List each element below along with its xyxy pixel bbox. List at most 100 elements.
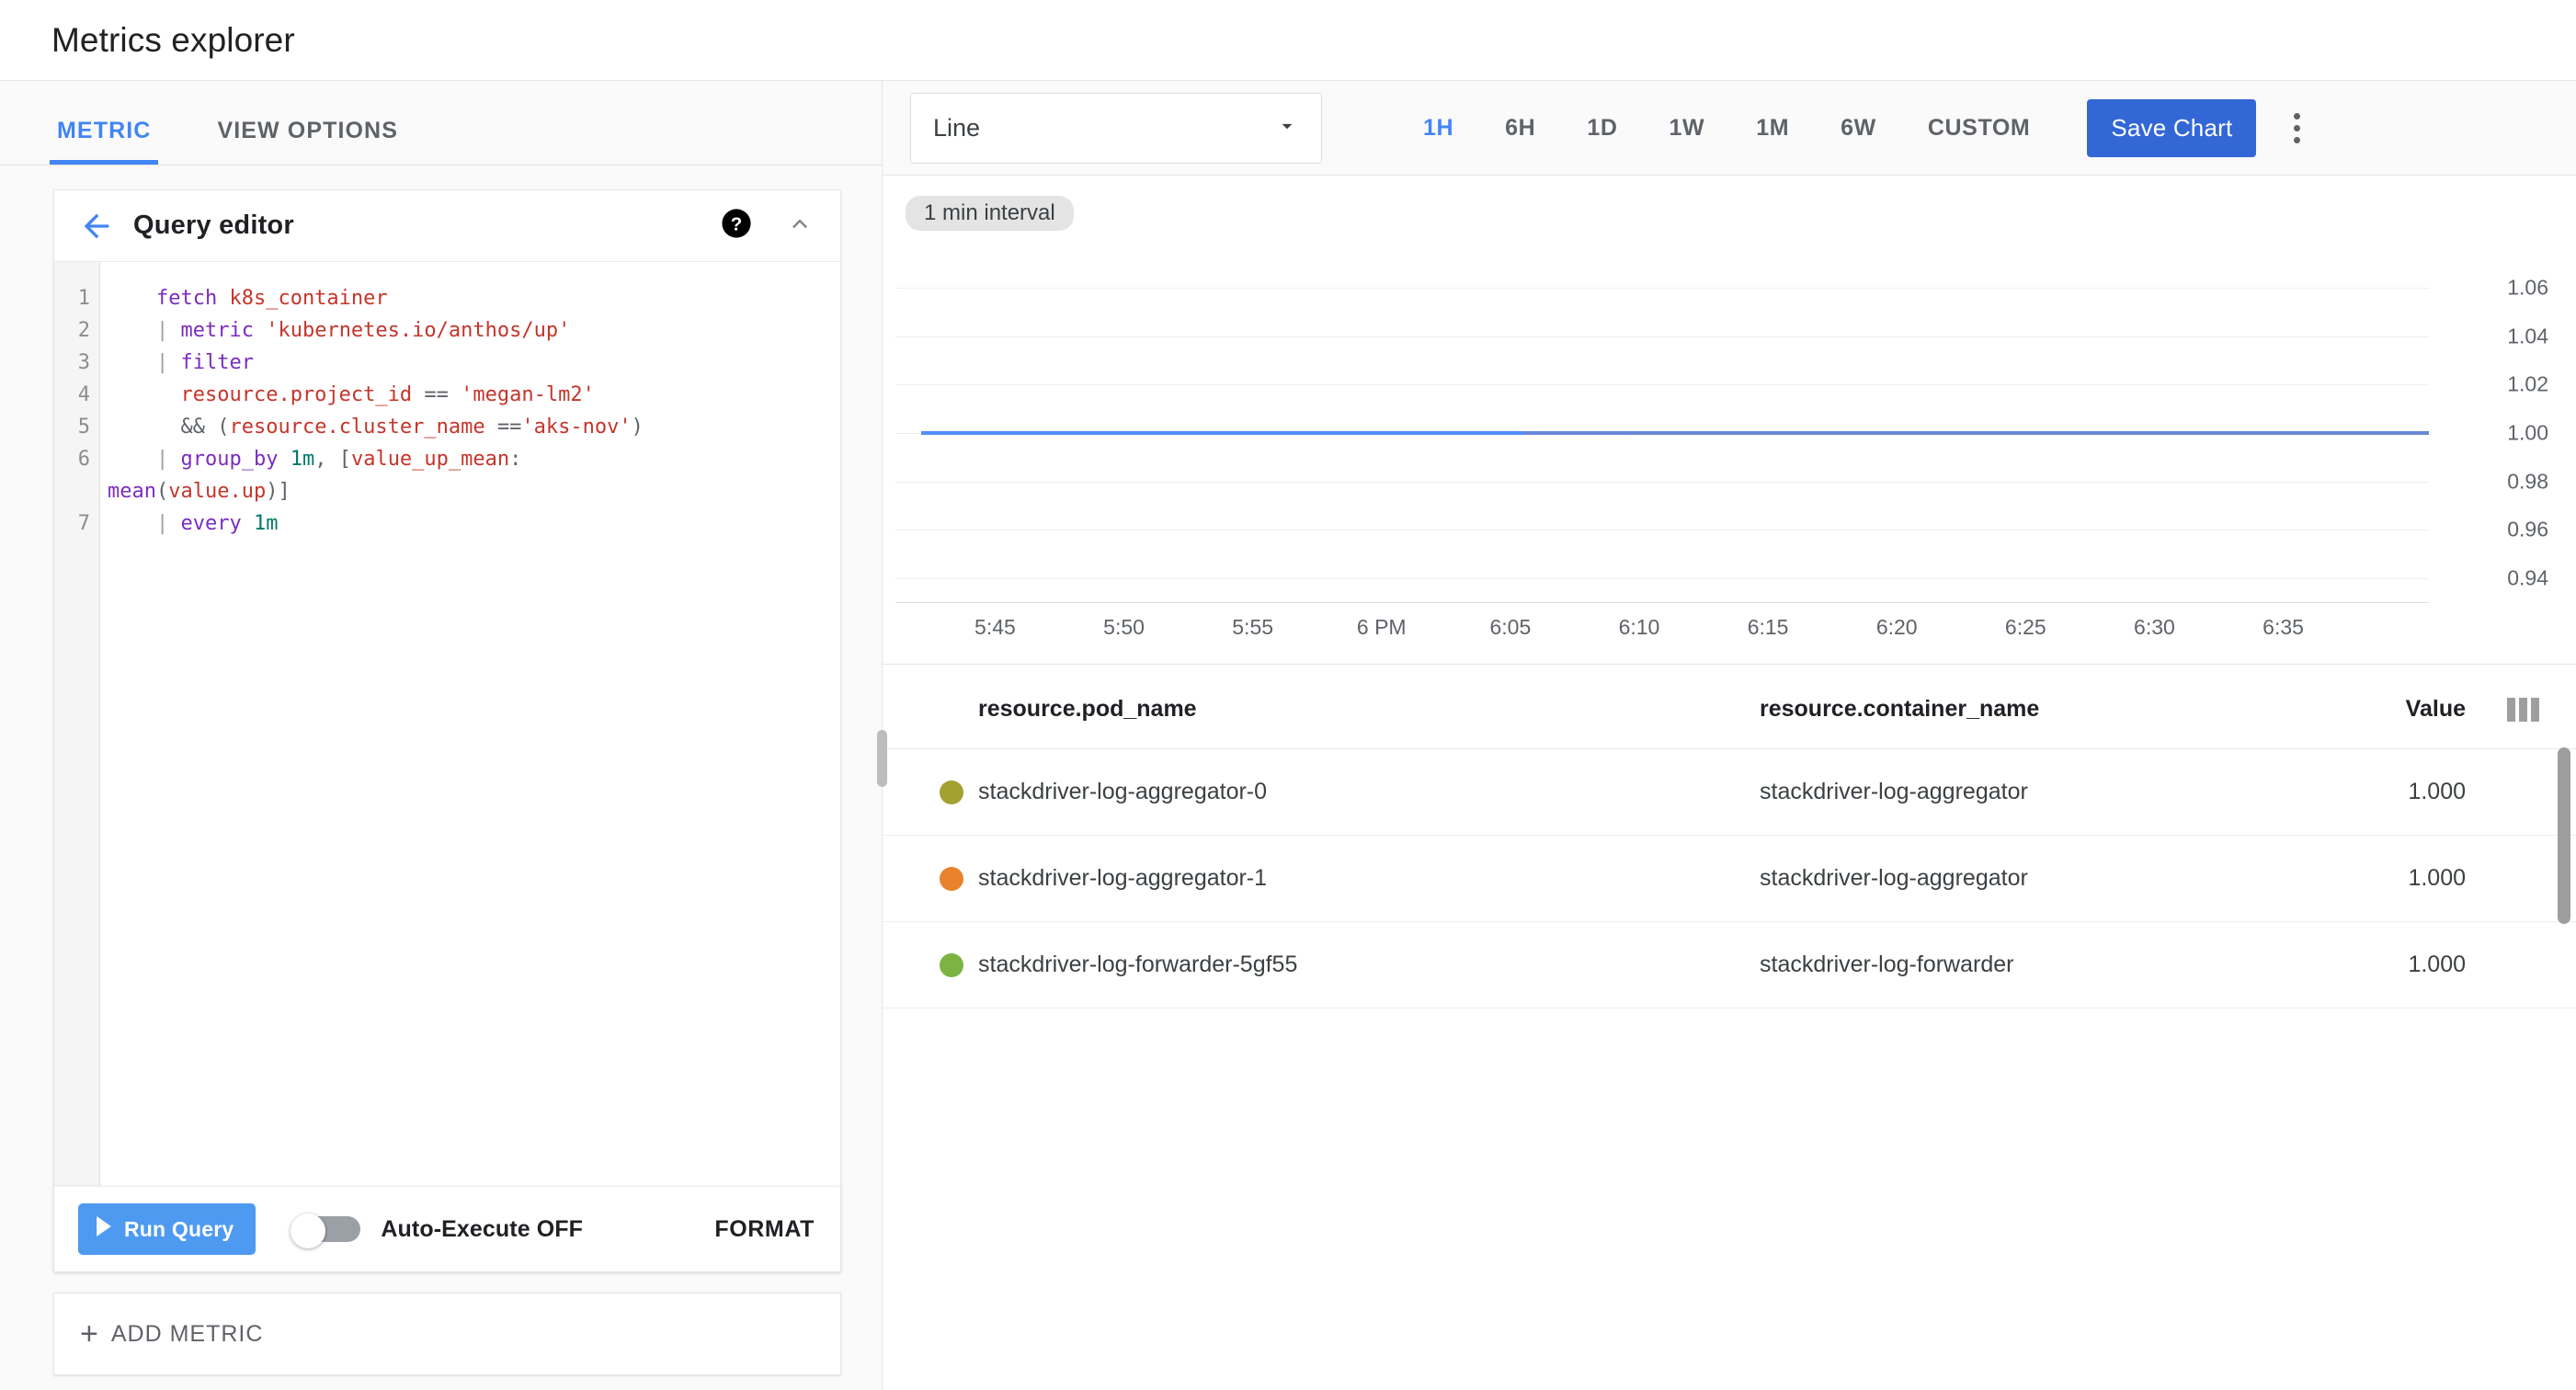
chart-gridline (895, 384, 2429, 386)
range-button-6h[interactable]: 6H (1479, 102, 1561, 154)
right-chart-panel: Line 1H 6H 1D 1W 1M 6W CUSTOM Save Chart… (883, 81, 2576, 1390)
run-query-label: Run Query (124, 1216, 234, 1241)
chart-x-tick-label: 6:30 (2134, 615, 2175, 639)
code-content[interactable]: fetch k8s_container | metric 'kubernetes… (100, 262, 840, 1186)
range-button-1w[interactable]: 1W (1644, 102, 1731, 154)
interval-chip: 1 min interval (906, 196, 1074, 231)
cell-container-name: stackdriver-log-aggregator (1760, 835, 2254, 922)
chart-gridline (895, 336, 2429, 337)
back-arrow-icon[interactable] (78, 208, 115, 245)
line-number: 2 (77, 319, 90, 342)
code-line-numbers: 1 2 3 4 5 6 7 (54, 262, 100, 1186)
range-button-custom[interactable]: CUSTOM (1902, 102, 2056, 154)
help-circle-icon[interactable]: ? (721, 208, 752, 244)
line-number: 6 (77, 448, 90, 471)
chart-x-tick-label: 6:25 (2004, 615, 2046, 639)
cell-value: 1.000 (2254, 835, 2466, 922)
query-editor-header: Query editor ? (54, 190, 840, 262)
add-metric-label: ADD METRIC (110, 1320, 264, 1347)
query-code-editor[interactable]: 1 2 3 4 5 6 7 fetch k8s_container | metr… (54, 262, 840, 1186)
table-body: stackdriver-log-aggregator-0 stackdriver-… (883, 748, 2576, 1008)
chart-x-tick-labels: 5:45 5:50 5:55 6 PM 6:05 6:10 6:15 6:20 6:25 6:30… (895, 615, 2429, 652)
auto-execute-toggle[interactable] (291, 1213, 361, 1248)
range-button-1d[interactable]: 1D (1561, 102, 1643, 154)
code-line-5: && (resource.cluster_name =='aks-nov') (180, 416, 644, 439)
table-row[interactable]: stackdriver-log-forwarder-5gf55 stackdriv… (883, 921, 2576, 1008)
table-header-color (883, 665, 978, 749)
table-row[interactable]: stackdriver-log-aggregator-0 stackdriver-… (883, 748, 2576, 836)
code-line-6: | group_by 1m, [value_up_mean: mean(valu… (108, 448, 522, 503)
cell-pod-name: stackdriver-log-aggregator-0 (978, 748, 1760, 836)
series-color-dot (940, 952, 963, 977)
chart-x-tick-label: 6:15 (1747, 615, 1789, 639)
cell-container-name: stackdriver-log-forwarder (1760, 921, 2254, 1008)
format-button[interactable]: FORMAT (714, 1216, 815, 1243)
query-run-bar: Run Query Auto-Execute OFF FORMAT (53, 1186, 841, 1272)
toggle-knob (291, 1213, 326, 1248)
row-color-swatch (883, 835, 978, 922)
line-number: 1 (77, 287, 90, 310)
code-line-4: resource.project_id == 'megan-lm2' (180, 383, 595, 406)
chart-gridline (895, 481, 2429, 483)
tab-bar: METRIC VIEW OPTIONS (0, 81, 882, 165)
code-line-1: fetch k8s_container (155, 287, 388, 310)
code-line-2: | metric 'kubernetes.io/anthos/up' (155, 319, 571, 342)
chart-y-tick-label: 0.94 (2507, 565, 2548, 590)
chart-x-tick-label: 6:35 (2263, 615, 2304, 639)
more-vert-icon[interactable] (2276, 102, 2317, 154)
chart-toolbar: Line 1H 6H 1D 1W 1M 6W CUSTOM Save Chart (883, 81, 2576, 176)
cell-spacer (2466, 921, 2576, 1008)
range-button-1h[interactable]: 1H (1397, 102, 1479, 154)
table-header-container-name[interactable]: resource.container_name (1760, 665, 2254, 749)
add-metric-button[interactable]: + ADD METRIC (53, 1293, 841, 1375)
panel-resize-handle[interactable] (877, 730, 887, 787)
legend-table-container: resource.pod_name resource.container_nam… (883, 665, 2576, 1390)
row-color-swatch (883, 921, 978, 1008)
save-chart-button[interactable]: Save Chart (2087, 98, 2257, 157)
code-line-3: | filter (155, 351, 254, 374)
chart-x-tick-label: 6:10 (1618, 615, 1660, 639)
range-button-1m[interactable]: 1M (1730, 102, 1815, 154)
page-title: Metrics explorer (51, 20, 295, 59)
columns-icon[interactable] (2507, 698, 2539, 723)
plus-icon: + (80, 1316, 98, 1351)
query-editor-card: Query editor ? 1 2 3 4 5 6 7 fetch k8s_c… (53, 189, 841, 1186)
table-header-pod-name[interactable]: resource.pod_name (978, 665, 1760, 749)
chart-section: 1 min interval 1.06 1.04 1.02 1.00 0.98 0.96 0… (883, 176, 2576, 665)
table-row[interactable]: stackdriver-log-aggregator-1 stackdriver-… (883, 835, 2576, 922)
chart-gridline (895, 577, 2429, 579)
line-number: 7 (77, 512, 90, 535)
chart-type-value: Line (933, 113, 981, 142)
tab-metric[interactable]: METRIC (49, 118, 159, 165)
chart-plot-area[interactable]: 1.06 1.04 1.02 1.00 0.98 0.96 0.94 (895, 264, 2548, 602)
cell-value: 1.000 (2254, 921, 2466, 1008)
chart-x-tick-label: 6:20 (1875, 615, 1918, 639)
tab-view-options[interactable]: VIEW OPTIONS (217, 118, 398, 165)
auto-execute-label: Auto-Execute OFF (381, 1215, 584, 1242)
chart-series-line[interactable] (921, 431, 2429, 435)
series-color-dot (940, 780, 963, 804)
chart-gridline (895, 288, 2429, 290)
row-color-swatch (883, 748, 978, 836)
table-header-row: resource.pod_name resource.container_nam… (883, 665, 2576, 749)
run-query-button[interactable]: Run Query (78, 1203, 256, 1255)
app-header: Metrics explorer (0, 0, 2576, 81)
svg-text:?: ? (731, 213, 743, 234)
cell-container-name: stackdriver-log-aggregator (1760, 748, 2254, 836)
chart-type-select[interactable]: Line (910, 92, 1322, 164)
chart-x-tick-label: 5:50 (1103, 615, 1145, 639)
line-number: 3 (77, 351, 90, 374)
cell-value: 1.000 (2254, 748, 2466, 836)
table-header-column-picker (2466, 665, 2576, 749)
chevron-up-icon[interactable] (785, 209, 815, 243)
left-config-panel: METRIC VIEW OPTIONS Query editor ? 1 2 3… (0, 81, 887, 1390)
legend-table: resource.pod_name resource.container_nam… (883, 665, 2576, 1008)
table-scrollbar[interactable] (2558, 747, 2570, 924)
chart-x-tick-label: 5:45 (975, 615, 1016, 639)
chart-y-tick-label: 1.00 (2507, 420, 2548, 445)
line-number: 5 (77, 416, 90, 439)
table-header-value[interactable]: Value (2254, 665, 2466, 749)
chart-y-tick-label: 1.02 (2507, 371, 2548, 396)
chevron-down-icon (1275, 114, 1299, 142)
range-button-6w[interactable]: 6W (1815, 102, 1902, 154)
